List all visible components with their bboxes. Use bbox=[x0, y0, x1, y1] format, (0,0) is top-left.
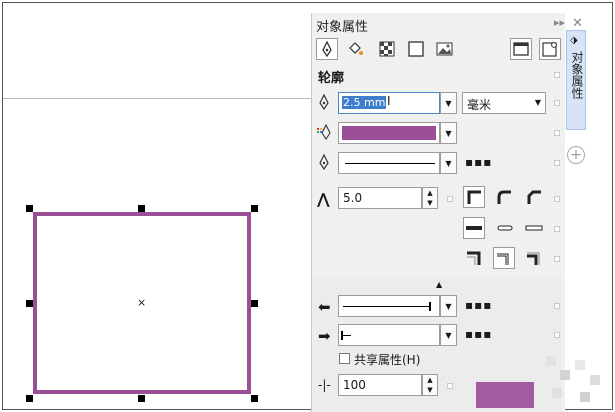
row-option[interactable] bbox=[554, 226, 560, 232]
scale-width-icon: -|- bbox=[318, 378, 331, 392]
tab-object-properties[interactable]: ⬗ 对象属性 bbox=[566, 30, 586, 130]
panel-settings-icon[interactable] bbox=[539, 38, 561, 60]
section-toggle[interactable] bbox=[554, 72, 560, 78]
rotation-center-icon[interactable]: × bbox=[137, 297, 146, 308]
end-arrow-dropdown[interactable]: ▼ bbox=[440, 324, 457, 346]
row-option[interactable] bbox=[554, 196, 560, 202]
row-option[interactable] bbox=[554, 160, 560, 166]
cap-round-icon[interactable] bbox=[493, 217, 515, 239]
line-style-preview bbox=[345, 163, 435, 164]
corner-miter-icon[interactable] bbox=[463, 186, 485, 208]
outline-section-title: 轮廓 bbox=[318, 71, 345, 86]
collapse-up-icon[interactable]: ▲ bbox=[436, 280, 442, 289]
chevron-down-icon: ▼ bbox=[534, 98, 541, 107]
add-tab-icon[interactable]: + bbox=[567, 146, 585, 164]
row-option[interactable] bbox=[554, 256, 560, 262]
handle-bottom-left[interactable] bbox=[26, 395, 33, 402]
start-arrow-preview bbox=[343, 306, 431, 307]
pixel-noise bbox=[590, 375, 600, 385]
handle-top-left[interactable] bbox=[26, 205, 33, 212]
unit-value: 毫米 bbox=[467, 98, 492, 112]
transparency-tab-icon[interactable] bbox=[376, 38, 398, 60]
start-arrow-cap bbox=[429, 302, 431, 311]
position-center-icon[interactable] bbox=[493, 247, 515, 269]
panel-close-icon[interactable]: ✕ bbox=[572, 16, 583, 31]
outline-color-icon bbox=[317, 123, 333, 143]
outline-width-icon bbox=[318, 93, 330, 113]
tab-label: 对象属性 bbox=[570, 51, 584, 99]
color-swatch bbox=[342, 126, 436, 140]
outline-color-picker[interactable] bbox=[338, 122, 440, 144]
tab-icon: ⬗ bbox=[570, 35, 578, 46]
page-border-line bbox=[3, 98, 313, 99]
outline-width-value: 2.5 mm bbox=[342, 96, 387, 109]
start-arrow-more-button[interactable]: ▪▪▪ bbox=[465, 298, 492, 312]
color-preview-swatch bbox=[476, 382, 534, 408]
pixel-noise bbox=[546, 356, 556, 366]
arrow-start-icon: ⬅ bbox=[318, 298, 331, 316]
line-style-dropdown[interactable]: ▼ bbox=[440, 152, 457, 174]
share-attributes-label[interactable]: 共享属性(H) bbox=[354, 351, 420, 368]
position-inside-icon[interactable] bbox=[523, 247, 545, 269]
row-option[interactable] bbox=[554, 332, 560, 338]
handle-middle-right[interactable] bbox=[251, 300, 258, 307]
row-option[interactable] bbox=[447, 196, 453, 202]
handle-middle-left[interactable] bbox=[26, 300, 33, 307]
line-style-icon bbox=[318, 153, 330, 173]
row-option[interactable] bbox=[554, 130, 560, 136]
corner-bevel-icon[interactable] bbox=[523, 186, 545, 208]
line-style-more-button[interactable]: ▪▪▪ bbox=[465, 155, 492, 169]
panel-expand-icon[interactable]: ▸▸ bbox=[554, 16, 565, 29]
scale-input[interactable]: 100 bbox=[338, 374, 422, 396]
corner-round-icon[interactable] bbox=[493, 186, 515, 208]
line-style-select[interactable] bbox=[338, 152, 440, 174]
end-arrow-cap bbox=[341, 331, 343, 340]
end-arrow-more-button[interactable]: ▪▪▪ bbox=[465, 327, 492, 341]
bitmap-tab-icon[interactable] bbox=[434, 38, 456, 60]
arrow-end-icon: ➡ bbox=[318, 327, 331, 345]
pixel-noise bbox=[580, 392, 590, 402]
miter-stepper[interactable]: ▲ ▼ bbox=[422, 187, 438, 209]
cap-square-icon[interactable] bbox=[523, 217, 545, 239]
start-arrow-select[interactable] bbox=[338, 295, 440, 317]
panel-option-icon[interactable] bbox=[510, 38, 532, 60]
row-option[interactable] bbox=[447, 383, 453, 389]
handle-bottom-right[interactable] bbox=[251, 395, 258, 402]
pixel-noise bbox=[552, 388, 562, 398]
panel-title: 对象属性 bbox=[316, 20, 369, 35]
outline-color-dropdown[interactable]: ▼ bbox=[440, 122, 457, 144]
start-arrow-dropdown[interactable]: ▼ bbox=[440, 295, 457, 317]
handle-top-middle[interactable] bbox=[138, 205, 145, 212]
fill-tab-icon[interactable] bbox=[345, 38, 367, 60]
outline-width-dropdown[interactable]: ▼ bbox=[440, 92, 457, 114]
text-cursor-icon: I bbox=[387, 94, 391, 108]
outline-width-input[interactable]: 2.5 mm I bbox=[338, 92, 440, 114]
miter-limit-icon: ⋀ bbox=[317, 190, 330, 208]
scale-value: 100 bbox=[343, 378, 366, 392]
row-option[interactable] bbox=[554, 303, 560, 309]
share-attributes-checkbox[interactable] bbox=[339, 353, 350, 364]
end-arrow-select[interactable] bbox=[338, 324, 440, 346]
pixel-noise bbox=[575, 360, 585, 370]
scale-stepper[interactable]: ▲ ▼ bbox=[422, 374, 438, 396]
unit-select[interactable]: 毫米 ▼ bbox=[462, 92, 546, 114]
miter-limit-input[interactable]: 5.0 bbox=[338, 187, 422, 209]
frame-tab-icon[interactable] bbox=[405, 38, 427, 60]
pixel-noise bbox=[560, 370, 570, 380]
position-outside-icon[interactable] bbox=[463, 247, 485, 269]
cap-butt-icon[interactable] bbox=[463, 217, 485, 239]
row-option[interactable] bbox=[554, 100, 560, 106]
outline-pen-tab-icon[interactable] bbox=[316, 38, 338, 60]
miter-limit-value: 5.0 bbox=[343, 191, 363, 205]
handle-bottom-middle[interactable] bbox=[138, 395, 145, 402]
handle-top-right[interactable] bbox=[251, 205, 258, 212]
